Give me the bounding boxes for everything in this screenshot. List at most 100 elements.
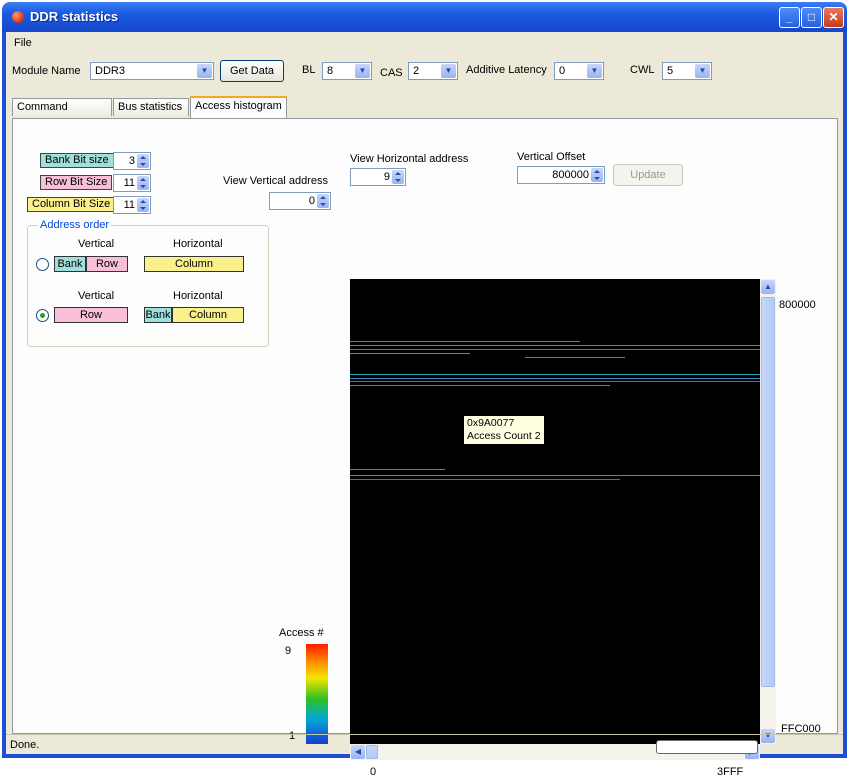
x-axis-left-label: 0 <box>370 766 377 778</box>
close-button[interactable]: ✕ <box>823 7 844 28</box>
bank-bit-size-label: Bank Bit size <box>40 153 114 168</box>
module-name-value: DDR3 <box>95 65 125 77</box>
app-window: DDR statistics _ □ ✕ File Module Name DD… <box>2 2 847 778</box>
tab-bus-statistics[interactable]: Bus statistics <box>113 98 189 116</box>
vertical-offset-label: Vertical Offset <box>517 151 586 163</box>
spinner-arrows-icon[interactable] <box>137 154 149 168</box>
address-order-title: Address order <box>38 219 112 231</box>
module-name-label: Module Name <box>12 65 81 77</box>
cwl-value: 5 <box>667 65 674 77</box>
column-bit-size-spinner[interactable]: 11 <box>113 196 151 214</box>
access-line <box>350 353 470 354</box>
view-vertical-address-value: 0 <box>308 195 315 207</box>
chevron-down-icon[interactable]: ▼ <box>695 64 710 78</box>
chevron-down-icon[interactable]: ▼ <box>355 64 370 78</box>
access-line <box>350 341 580 342</box>
access-line <box>350 349 760 350</box>
column-bit-size-label: Column Bit Size <box>27 197 116 212</box>
x-axis-right-label: 3FFF <box>717 766 744 778</box>
status-text: Done. <box>10 739 40 751</box>
scroll-up-icon[interactable]: ▲ <box>761 280 775 294</box>
option2-vertical-label: Vertical <box>78 290 115 302</box>
row-bit-size-value: 11 <box>123 177 135 189</box>
cas-label: CAS <box>380 67 403 79</box>
vertical-offset-value: 800000 <box>552 169 589 181</box>
row-bit-size-label: Row Bit Size <box>40 175 113 190</box>
get-data-button[interactable]: Get Data <box>220 60 284 82</box>
menu-file[interactable]: File <box>14 37 32 49</box>
legend-max: 9 <box>285 645 292 657</box>
bl-value: 8 <box>327 65 334 77</box>
access-line <box>525 357 625 358</box>
module-name-select[interactable]: DDR3 ▼ <box>90 62 214 80</box>
progress-bar <box>656 740 758 754</box>
option1-row-box: Row <box>86 256 128 272</box>
access-histogram-plot[interactable]: 0x9A0077 Access Count 2 <box>350 279 760 744</box>
access-color-scale <box>306 644 328 744</box>
app-icon <box>12 11 24 23</box>
option1-horizontal-label: Horizontal <box>173 238 223 250</box>
additive-latency-label: Additive Latency <box>466 64 547 76</box>
spinner-arrows-icon[interactable] <box>137 198 149 212</box>
access-line <box>350 345 760 346</box>
option1-vertical-label: Vertical <box>78 238 115 250</box>
histogram-tooltip: 0x9A0077 Access Count 2 <box>463 415 545 445</box>
address-order-group: Address order Vertical Horizontal Bank R… <box>27 219 269 347</box>
access-histogram-panel: Bank Bit size 3 Row Bit Size 11 Column B… <box>12 118 838 778</box>
title-bar[interactable]: DDR statistics _ □ ✕ <box>2 2 847 32</box>
client-area: File Module Name DDR3 ▼ Get Data BL 8 ▼ … <box>6 32 843 778</box>
view-vertical-address-spinner[interactable]: 0 <box>269 192 331 210</box>
option1-bank-box: Bank <box>54 256 86 272</box>
option2-row-box: Row <box>54 307 128 323</box>
spinner-arrows-icon[interactable] <box>392 170 404 184</box>
vertical-scroll-thumb[interactable] <box>761 297 775 687</box>
update-button[interactable]: Update <box>613 164 683 186</box>
view-vertical-address-label: View Vertical address <box>223 175 328 187</box>
maximize-button[interactable]: □ <box>801 7 822 28</box>
menu-bar: File <box>6 32 843 54</box>
chevron-down-icon[interactable]: ▼ <box>441 64 456 78</box>
access-line <box>350 469 445 470</box>
window-title: DDR statistics <box>30 9 119 24</box>
option2-column-box: Column <box>172 307 244 323</box>
option1-column-box: Column <box>144 256 244 272</box>
access-line <box>350 374 760 375</box>
vertical-offset-spinner[interactable]: 800000 <box>517 166 605 184</box>
column-bit-size-value: 11 <box>123 199 135 211</box>
additive-latency-value: 0 <box>559 65 566 77</box>
option2-bank-box: Bank <box>144 307 172 323</box>
spinner-arrows-icon[interactable] <box>317 194 329 208</box>
histogram-vertical-scrollbar[interactable]: ▲ ▼ <box>760 279 776 744</box>
access-line <box>350 378 760 379</box>
y-axis-top-label: 800000 <box>779 299 816 311</box>
cwl-label: CWL <box>630 64 655 76</box>
access-line <box>350 479 620 480</box>
minimize-button[interactable]: _ <box>779 7 800 28</box>
spinner-arrows-icon[interactable] <box>591 168 603 182</box>
chevron-down-icon[interactable]: ▼ <box>197 64 212 78</box>
cwl-select[interactable]: 5 ▼ <box>662 62 712 80</box>
view-horizontal-address-label: View Horizontal address <box>350 153 469 165</box>
spinner-arrows-icon[interactable] <box>137 176 149 190</box>
tab-command-statistics[interactable]: Command statistics <box>12 98 112 130</box>
access-line <box>350 385 610 386</box>
bank-bit-size-spinner[interactable]: 3 <box>113 152 151 170</box>
tooltip-access-count: Access Count 2 <box>467 430 541 442</box>
chevron-down-icon[interactable]: ▼ <box>587 64 602 78</box>
cas-value: 2 <box>413 65 420 77</box>
access-line <box>350 381 760 382</box>
tooltip-address: 0x9A0077 <box>467 417 515 429</box>
tab-access-histogram[interactable]: Access histogram <box>190 96 287 118</box>
bank-bit-size-value: 3 <box>128 155 135 167</box>
row-bit-size-spinner[interactable]: 11 <box>113 174 151 192</box>
cas-select[interactable]: 2 ▼ <box>408 62 458 80</box>
address-order-option2-radio[interactable] <box>36 309 49 322</box>
access-line <box>350 475 760 476</box>
bl-select[interactable]: 8 ▼ <box>322 62 372 80</box>
address-order-option1-radio[interactable] <box>36 258 49 271</box>
option2-horizontal-label: Horizontal <box>173 290 223 302</box>
additive-latency-select[interactable]: 0 ▼ <box>554 62 604 80</box>
bl-label: BL <box>302 64 316 76</box>
view-horizontal-address-spinner[interactable]: 9 <box>350 168 406 186</box>
view-horizontal-address-value: 9 <box>383 171 390 183</box>
